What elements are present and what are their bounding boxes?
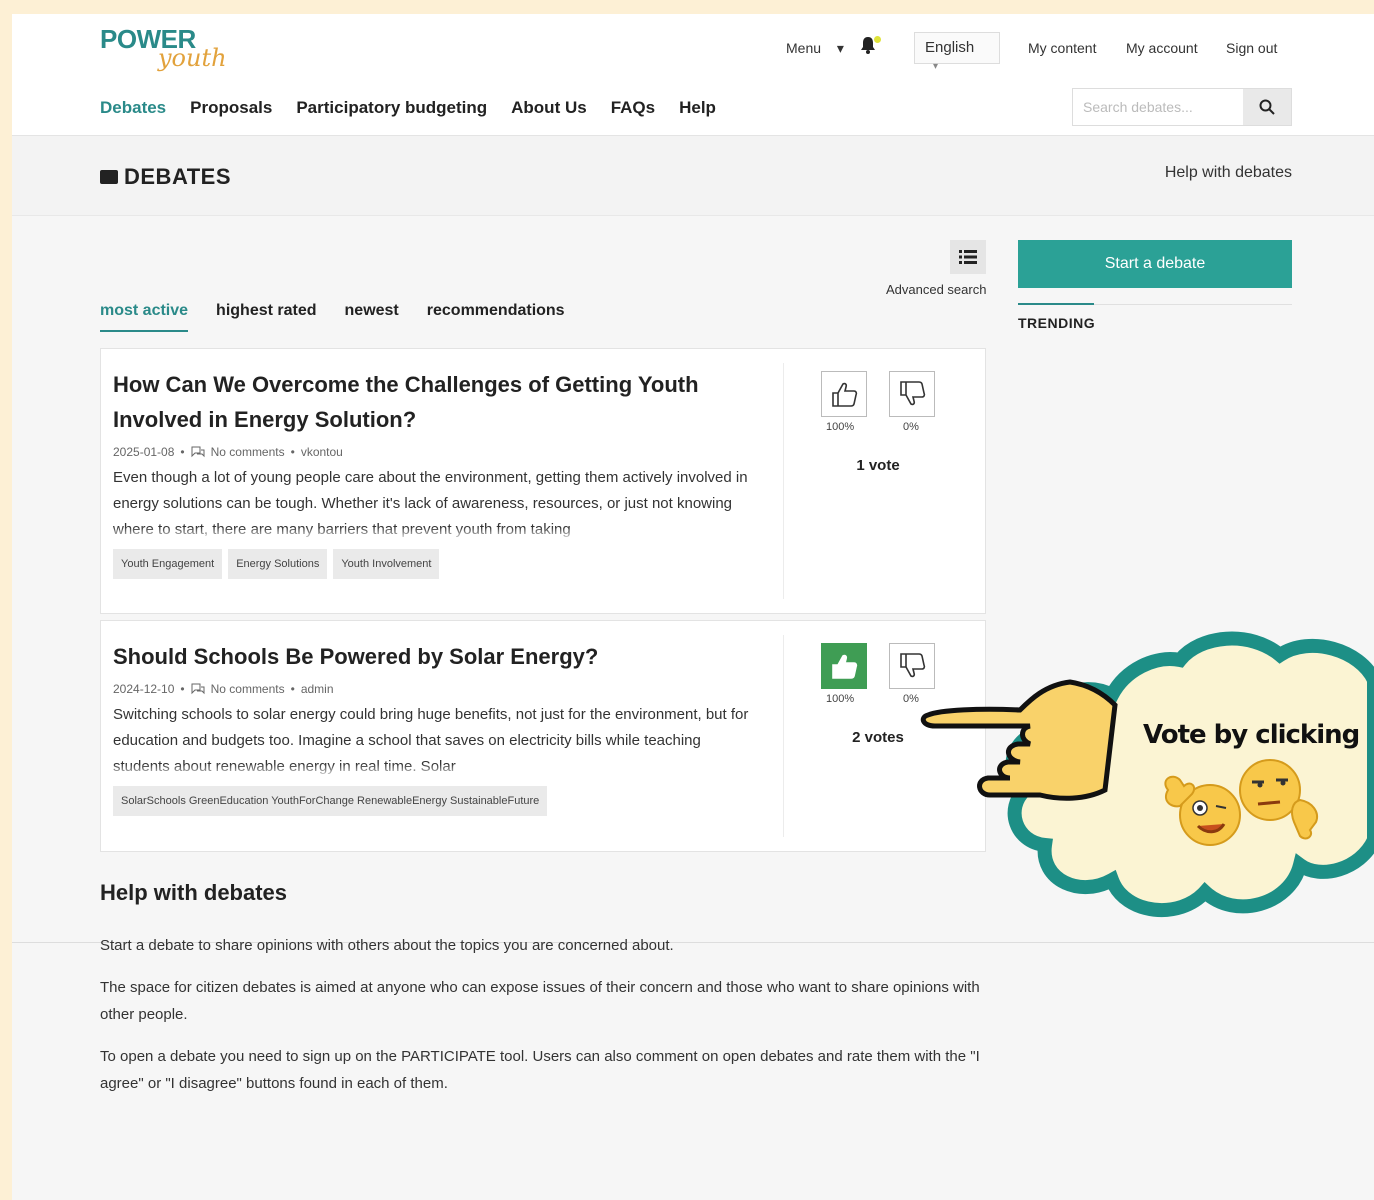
speech-bubble-icon: [100, 170, 118, 184]
search-box: [1072, 88, 1292, 126]
debate-comments[interactable]: No comments: [211, 445, 285, 459]
debate-author: admin: [300, 682, 334, 696]
debate-description: Switching schools to solar energy could …: [113, 702, 753, 778]
nav-help[interactable]: Help: [679, 98, 716, 118]
debate-date: 2025-01-08: [113, 445, 175, 459]
nav-participatory-budgeting[interactable]: Participatory budgeting: [296, 98, 487, 118]
power-youth-logo[interactable]: POWER youth: [100, 20, 230, 80]
agree-percentage: 100%: [826, 421, 855, 433]
disagree-button[interactable]: [889, 371, 935, 417]
vote-callout-text: Vote by clicking: [1143, 720, 1360, 750]
order-tabs: most active highest rated newest recomme…: [100, 302, 565, 332]
my-content-link[interactable]: My content: [1028, 40, 1096, 56]
comments-icon: [191, 446, 205, 458]
tab-highest-rated[interactable]: highest rated: [216, 302, 316, 320]
tag[interactable]: SolarSchools GreenEducation YouthForChan…: [113, 786, 548, 816]
vote-count: 1 vote: [856, 457, 900, 474]
caret-down-icon: ▾: [933, 61, 939, 72]
divider: [783, 363, 784, 599]
start-debate-button[interactable]: Start a debate: [1018, 240, 1292, 288]
help-with-debates-link[interactable]: Help with debates: [1165, 164, 1292, 182]
help-heading: Help with debates: [100, 880, 288, 905]
nav-about-us[interactable]: About Us: [511, 98, 587, 118]
tab-most-active[interactable]: most active: [100, 302, 189, 332]
notifications-button[interactable]: [860, 36, 881, 59]
list-icon: [959, 250, 977, 264]
language-select[interactable]: English ▾: [914, 32, 1000, 72]
advanced-search-link[interactable]: Advanced search: [886, 282, 986, 297]
language-value: English: [925, 39, 975, 56]
debate-description: Even though a lot of young people care a…: [113, 465, 753, 541]
tag-list: SolarSchools GreenEducation YouthForChan…: [113, 786, 753, 816]
cloud-shape: [920, 631, 1374, 918]
page-title-text: DEBATES: [124, 164, 231, 189]
nav-faqs[interactable]: FAQs: [611, 98, 655, 118]
thumbs-up-icon: [832, 654, 858, 679]
page-title: DEBATES: [100, 164, 231, 190]
logo-youth-text: youth: [158, 44, 227, 72]
agree-button[interactable]: [821, 643, 867, 689]
notification-dot: [874, 36, 881, 43]
disagree-percentage: 0%: [903, 421, 919, 433]
thumbs-down-icon: [900, 381, 926, 406]
debate-card: Should Schools Be Powered by Solar Energ…: [100, 620, 986, 852]
tag-list: Youth Engagement Energy Solutions Youth …: [113, 549, 753, 579]
vote-callout: Vote by clicking: [880, 630, 1374, 920]
debate-meta: 2025-01-08 • No comments • vkontou: [113, 445, 343, 459]
search-input[interactable]: [1073, 89, 1243, 125]
help-paragraph: To open a debate you need to sign up on …: [100, 1048, 980, 1092]
tag[interactable]: Energy Solutions: [228, 549, 328, 579]
tag[interactable]: Youth Involvement: [333, 549, 440, 579]
my-account-link[interactable]: My account: [1126, 40, 1198, 56]
trending-heading: TRENDING: [1018, 303, 1292, 331]
debate-comments[interactable]: No comments: [211, 682, 285, 696]
nav-proposals[interactable]: Proposals: [190, 98, 272, 118]
debate-author: vkontou: [300, 445, 343, 459]
help-section: Help with debates: [100, 880, 980, 906]
debate-meta: 2024-12-10 • No comments • admin: [113, 682, 334, 696]
menu-label: Menu: [786, 40, 822, 56]
tag[interactable]: Youth Engagement: [113, 549, 223, 579]
sign-out-link[interactable]: Sign out: [1226, 40, 1277, 56]
debate-date: 2024-12-10: [113, 682, 175, 696]
debate-card: How Can We Overcome the Challenges of Ge…: [100, 348, 986, 614]
nav-debates[interactable]: Debates: [100, 98, 167, 138]
search-icon: [1259, 99, 1275, 115]
help-paragraph: Start a debate to share opinions with ot…: [100, 937, 674, 954]
divider: [783, 635, 784, 837]
agree-percentage: 100%: [826, 693, 855, 705]
debate-title[interactable]: How Can We Overcome the Challenges of Ge…: [113, 367, 753, 437]
search-button[interactable]: [1243, 89, 1291, 125]
caret-down-icon: ▾: [836, 40, 844, 56]
browser-page: POWER youth Menu ▾ English ▾ My content …: [12, 14, 1374, 1200]
tab-recommendations[interactable]: recommendations: [427, 302, 565, 320]
help-paragraph: The space for citizen debates is aimed a…: [100, 979, 980, 1023]
main-nav: Debates Proposals Participatory budgetin…: [100, 98, 716, 138]
top-bar: POWER youth Menu ▾ English ▾ My content …: [12, 14, 1374, 138]
debate-title[interactable]: Should Schools Be Powered by Solar Energ…: [113, 639, 753, 674]
agree-button[interactable]: [821, 371, 867, 417]
advanced-search-toggle[interactable]: [950, 240, 986, 274]
thumbs-up-icon: [832, 382, 858, 407]
comments-icon: [191, 683, 205, 695]
tab-newest[interactable]: newest: [345, 302, 399, 320]
menu-dropdown[interactable]: Menu ▾: [786, 40, 844, 57]
